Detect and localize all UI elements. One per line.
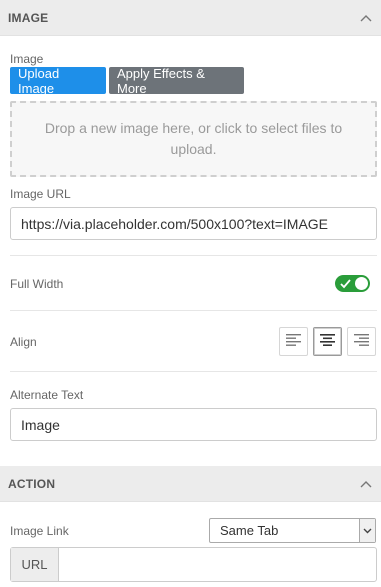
- full-width-label: Full Width: [10, 277, 64, 291]
- alt-text-value: Image: [21, 416, 60, 433]
- image-link-label: Image Link: [10, 524, 69, 538]
- action-section-header[interactable]: ACTION: [0, 466, 381, 502]
- image-dropzone[interactable]: Drop a new image here, or click to selec…: [10, 101, 377, 177]
- full-width-toggle[interactable]: [335, 275, 370, 292]
- image-label: Image: [10, 52, 44, 66]
- alt-text-input[interactable]: Image: [10, 408, 377, 441]
- alt-text-label: Alternate Text: [10, 388, 84, 402]
- action-section-title: ACTION: [8, 476, 56, 491]
- align-label: Align: [10, 335, 37, 349]
- image-url-label: Image URL: [10, 187, 71, 201]
- divider: [10, 310, 377, 311]
- upload-image-button[interactable]: Upload Image: [10, 66, 106, 96]
- divider: [10, 255, 377, 256]
- image-section-header[interactable]: IMAGE: [0, 0, 381, 36]
- apply-effects-button[interactable]: Apply Effects & More: [109, 66, 244, 96]
- dropzone-text: Drop a new image here, or click to selec…: [44, 120, 343, 157]
- link-target-value: Same Tab: [220, 523, 279, 538]
- align-right-button[interactable]: [347, 327, 376, 356]
- image-section-title: IMAGE: [8, 10, 49, 25]
- divider: [10, 371, 377, 372]
- align-right-icon: [354, 333, 369, 351]
- align-center-icon: [320, 333, 335, 351]
- link-url-input[interactable]: [59, 548, 376, 581]
- toggle-knob: [355, 277, 368, 290]
- check-icon: [340, 277, 351, 295]
- chevron-up-icon[interactable]: [359, 11, 373, 25]
- link-target-select[interactable]: Same Tab: [209, 518, 376, 543]
- align-center-button[interactable]: [313, 327, 342, 356]
- url-prefix-label: URL: [11, 548, 59, 581]
- image-url-value: https://via.placeholder.com/500x100?text…: [21, 215, 329, 232]
- link-url-group: URL: [10, 547, 377, 582]
- image-url-input[interactable]: https://via.placeholder.com/500x100?text…: [10, 207, 377, 240]
- align-left-button[interactable]: [279, 327, 308, 356]
- chevron-down-icon: [359, 519, 375, 542]
- align-left-icon: [286, 333, 301, 351]
- chevron-up-icon[interactable]: [359, 477, 373, 491]
